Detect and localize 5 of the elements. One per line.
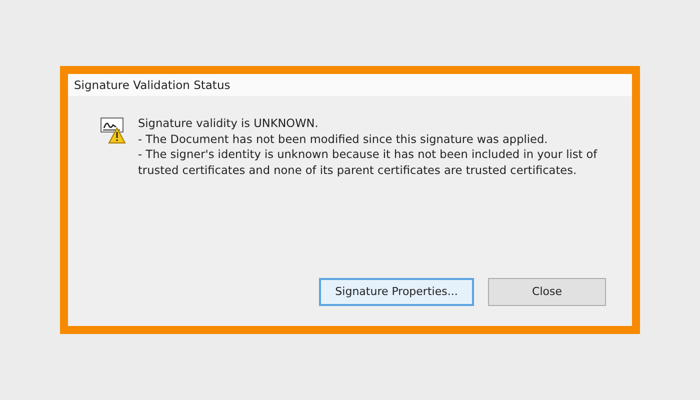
signature-warning-icon <box>100 116 126 144</box>
window-title: Signature Validation Status <box>68 74 632 96</box>
validation-message: Signature validity is UNKNOWN. - The Document has not been modified since this signature was applied. - The signer's identity is unknown because it has not been included in your list of trusted certificates and none of its parent certificates are trusted certificates. <box>138 116 598 178</box>
close-button[interactable]: Close <box>488 278 606 306</box>
properties-button[interactable]: Signature Properties... <box>319 278 474 306</box>
